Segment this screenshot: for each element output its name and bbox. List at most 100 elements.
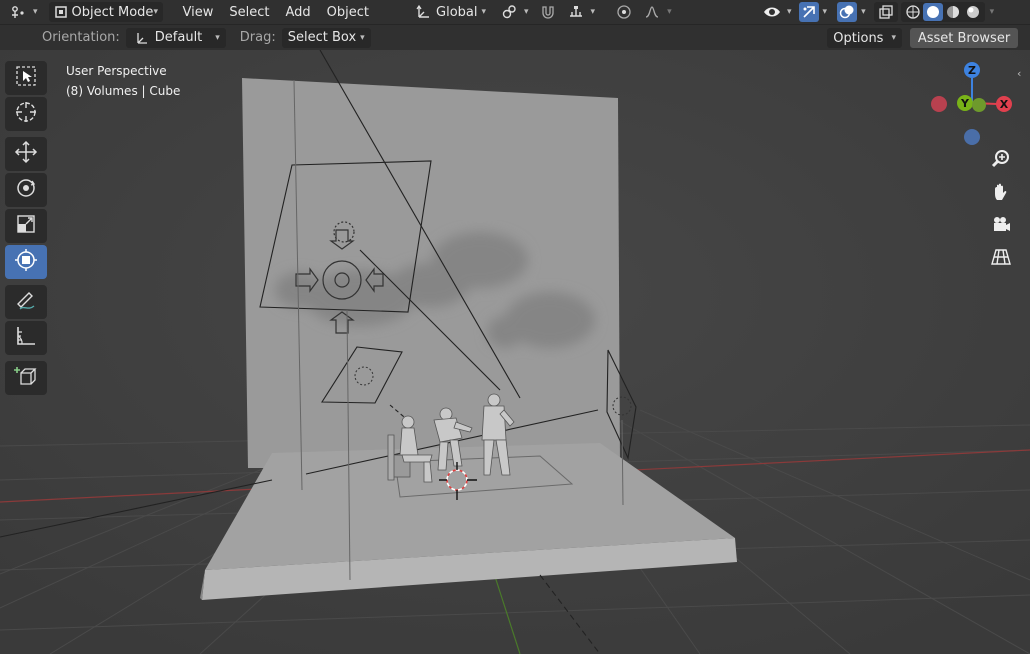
drag-label: Drag: — [239, 30, 276, 45]
3d-viewport-icon — [9, 3, 27, 21]
transform-tool[interactable] — [5, 245, 47, 279]
overlays-toggle[interactable] — [835, 2, 859, 22]
chevron-down-icon: ▾ — [360, 32, 365, 43]
cursor-tool[interactable] — [5, 97, 47, 131]
zoom-icon — [989, 147, 1013, 175]
snap-increment-icon — [567, 3, 585, 21]
eye-icon — [763, 3, 781, 21]
scale-tool[interactable] — [5, 209, 47, 243]
menu-object[interactable]: Object — [319, 5, 377, 20]
options-label: Options — [833, 30, 884, 46]
sidebar-toggle-icon[interactable]: ‹ — [1017, 67, 1021, 80]
viewport-shading-controls: ▾ ▾ ▾ ▾ — [758, 2, 994, 22]
chevron-down-icon: ▾ — [667, 7, 672, 17]
asset-browser-button[interactable]: Asset Browser — [910, 28, 1018, 48]
pivot-icon — [500, 3, 518, 21]
rendered-shading-icon[interactable] — [963, 3, 983, 21]
object-mode-icon — [54, 3, 68, 21]
zoom-button[interactable] — [987, 147, 1015, 175]
grid-perspective-icon — [989, 245, 1013, 273]
shading-mode-group — [900, 2, 985, 22]
chevron-down-icon[interactable]: ▾ — [990, 7, 995, 17]
gizmo-neg-y-axis — [972, 98, 986, 112]
chevron-down-icon: ▾ — [787, 7, 792, 17]
mode-selector[interactable]: Object Mode ▾ — [48, 2, 163, 22]
axis-icon — [414, 3, 432, 21]
falloff-curve-icon — [643, 3, 661, 21]
ortho-toggle-button[interactable] — [987, 245, 1015, 273]
annotate-tool[interactable] — [5, 285, 47, 319]
navigation-gizmo[interactable]: Z Y X — [925, 58, 1020, 153]
camera-view-button[interactable] — [987, 213, 1015, 241]
cursor-icon — [14, 100, 38, 128]
snap-toggle[interactable] — [534, 2, 562, 22]
proportional-editing-icon — [615, 3, 633, 21]
proportional-editing-toggle[interactable] — [610, 2, 638, 22]
move-icon — [14, 140, 38, 168]
chevron-down-icon[interactable]: ▾ — [823, 7, 828, 17]
chevron-down-icon: ▾ — [590, 7, 596, 17]
tool-shelf — [5, 61, 47, 397]
chevron-down-icon: ▾ — [33, 7, 38, 17]
transform-orientation-selector[interactable]: Global ▾ — [409, 2, 491, 22]
chevron-down-icon: ▾ — [215, 32, 220, 43]
menu-add[interactable]: Add — [278, 5, 319, 20]
pivot-point-selector[interactable]: ▾ — [495, 2, 534, 22]
magnet-icon — [539, 3, 557, 21]
snap-target-selector[interactable]: ▾ — [562, 2, 601, 22]
pan-button[interactable] — [987, 181, 1015, 209]
svg-text:Z: Z — [968, 64, 976, 77]
orientation-label: Orientation: — [42, 30, 120, 45]
visibility-selector[interactable]: ▾ — [758, 2, 797, 22]
chevron-down-icon[interactable]: ▾ — [861, 7, 866, 17]
overlays-icon — [837, 2, 858, 22]
menu-select[interactable]: Select — [221, 5, 277, 20]
scale-icon — [15, 213, 37, 239]
wireframe-shading-icon[interactable] — [903, 3, 923, 21]
hand-icon — [989, 181, 1013, 209]
gizmos-toggle[interactable] — [797, 2, 821, 22]
svg-text:X: X — [1000, 98, 1009, 111]
gizmo-icon — [798, 2, 819, 22]
chevron-down-icon: ▾ — [481, 7, 487, 17]
add-cube-tool[interactable] — [5, 361, 47, 395]
drag-value: Select Box — [287, 30, 357, 45]
mode-label: Object Mode — [71, 4, 154, 20]
orientation-axis-icon — [132, 29, 150, 47]
rotate-icon — [14, 176, 38, 204]
move-tool[interactable] — [5, 137, 47, 171]
select-box-icon — [15, 65, 37, 91]
xray-icon — [876, 3, 896, 21]
annotate-icon — [14, 288, 38, 316]
view-name: User Perspective — [66, 64, 167, 78]
collection-info: (8) Volumes | Cube — [66, 84, 181, 98]
drag-dropdown[interactable]: Select Box ▾ — [281, 27, 371, 48]
chevron-down-icon: ▾ — [891, 33, 896, 43]
svg-text:Y: Y — [960, 97, 970, 110]
add-cube-icon — [14, 364, 38, 392]
camera-icon — [989, 213, 1013, 241]
editor-type-button[interactable]: ▾ — [4, 2, 43, 22]
transform-icon — [14, 248, 38, 276]
select-box-tool[interactable] — [5, 61, 47, 95]
menu-view[interactable]: View — [175, 5, 222, 20]
xray-toggle[interactable] — [873, 2, 898, 22]
viewport-header: ▾ Object Mode ▾ View Select Add Object G… — [0, 0, 1030, 24]
chevron-down-icon: ▾ — [153, 7, 158, 17]
gizmo-neg-z-axis — [964, 129, 980, 145]
options-dropdown[interactable]: Options ▾ — [827, 28, 902, 48]
solid-shading-icon[interactable] — [922, 3, 943, 21]
measure-icon — [14, 324, 38, 352]
measure-tool[interactable] — [5, 321, 47, 355]
proportional-falloff-selector[interactable]: ▾ — [638, 2, 677, 22]
chevron-down-icon: ▾ — [524, 7, 529, 17]
transform-orientation-label: Global — [436, 4, 478, 20]
rotate-tool[interactable] — [5, 173, 47, 207]
gizmo-neg-x-axis — [931, 96, 947, 112]
orientation-value: Default — [154, 30, 203, 45]
3d-viewport[interactable]: User Perspective (8) Volumes | Cube Z Y … — [0, 50, 1030, 654]
tool-settings-header: Orientation: Default ▾ Drag: Select Box … — [0, 24, 1030, 50]
viewport-info: User Perspective (8) Volumes | Cube — [66, 61, 180, 101]
orientation-dropdown[interactable]: Default ▾ — [125, 27, 226, 48]
material-preview-icon[interactable] — [943, 3, 963, 21]
